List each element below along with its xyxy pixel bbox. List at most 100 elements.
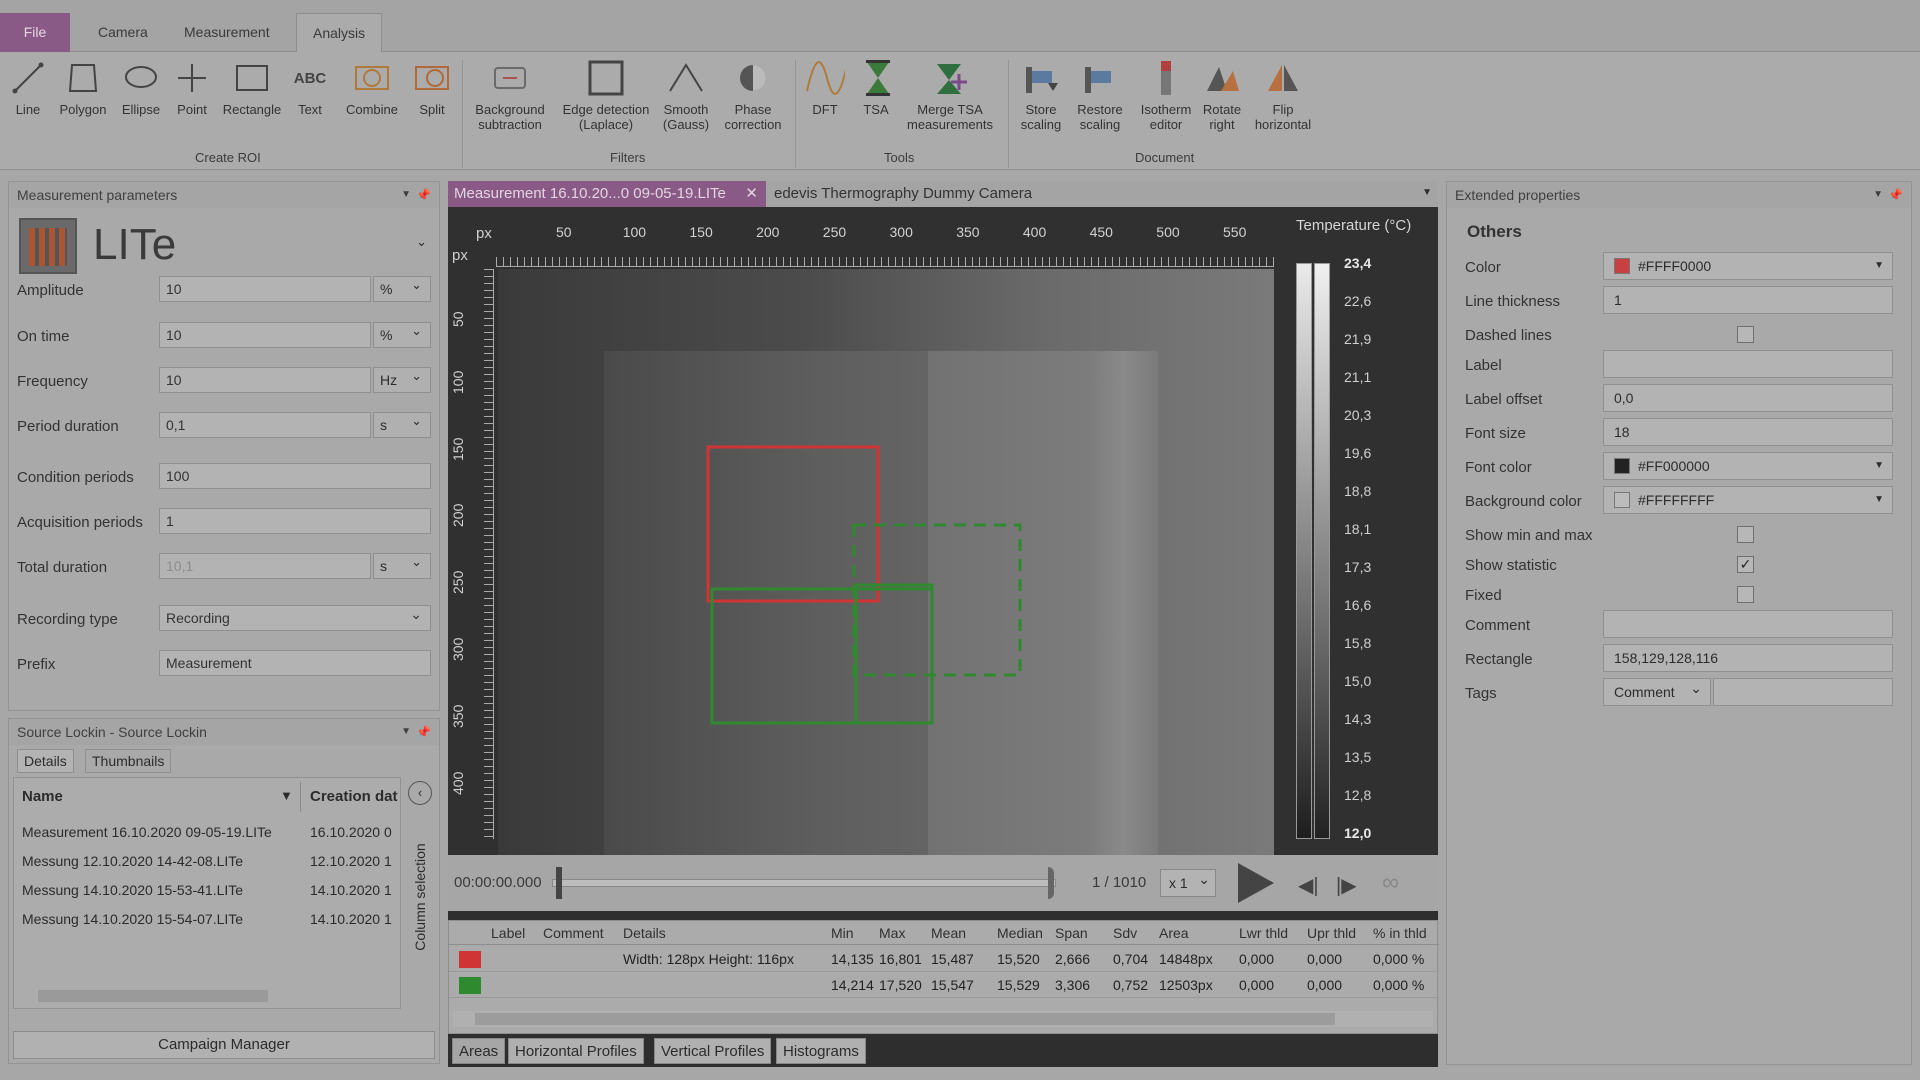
list-item[interactable]: Measurement 16.10.2020 09-05-19.LITe 16.1… — [20, 818, 415, 847]
rotate-right-button[interactable]: Rotate right — [1198, 58, 1246, 132]
polygon-button[interactable]: Polygon — [56, 58, 110, 117]
unit-select[interactable]: % — [373, 319, 431, 348]
column-header[interactable]: Lwr thld — [1239, 921, 1288, 945]
show-statistic-checkbox[interactable]: ✓ — [1737, 556, 1754, 573]
fixed-checkbox[interactable] — [1737, 586, 1754, 603]
chevron-down-icon[interactable]: ▼ — [1422, 187, 1432, 198]
roi-rectangle-green-inner[interactable] — [854, 583, 934, 725]
dft-button[interactable]: DFT — [800, 58, 850, 117]
flip-horizontal-button[interactable]: Flip horizontal — [1250, 58, 1316, 132]
param-input[interactable]: 0,1 — [159, 412, 371, 438]
column-header-name[interactable]: Name — [22, 788, 63, 805]
label-input[interactable] — [1603, 350, 1893, 378]
ellipse-button[interactable]: Ellipse — [118, 58, 164, 117]
chevron-down-icon[interactable]: ▼ — [401, 719, 411, 745]
pin-icon[interactable]: 📌 — [1888, 182, 1903, 208]
tab-areas[interactable]: Areas — [452, 1038, 506, 1064]
column-header[interactable]: Min — [831, 921, 854, 945]
column-header[interactable]: Sdv — [1113, 921, 1137, 945]
line-button[interactable]: Line — [8, 58, 48, 117]
tags-input[interactable] — [1713, 678, 1893, 706]
tab-horizontal-profiles[interactable]: Horizontal Profiles — [508, 1038, 644, 1064]
temperature-colorbar[interactable] — [1296, 263, 1312, 839]
play-icon[interactable] — [1238, 863, 1274, 903]
list-item[interactable]: Messung 12.10.2020 14-42-08.LITe 12.10.20… — [20, 847, 415, 876]
show-min-max-checkbox[interactable] — [1737, 526, 1754, 543]
tab-measurement[interactable]: Measurement — [168, 13, 286, 52]
background-color-select[interactable]: #FFFFFFFF ▼ — [1603, 486, 1893, 514]
param-input[interactable]: 10 — [159, 367, 371, 393]
unit-select[interactable]: s — [373, 409, 431, 438]
edge-detection-button[interactable]: Edge detection (Laplace) — [556, 58, 656, 132]
unit-select[interactable]: % — [373, 273, 431, 302]
smooth-gauss-button[interactable]: Smooth (Gauss) — [658, 58, 714, 132]
combine-button[interactable]: Combine — [340, 58, 404, 117]
pin-icon[interactable]: 📌 — [416, 719, 431, 745]
background-subtraction-button[interactable]: Background subtraction — [470, 58, 550, 132]
table-row[interactable]: 14,214 17,520 15,547 15,529 3,306 0,752 12503p… — [449, 973, 1439, 998]
column-header[interactable]: Span — [1055, 921, 1088, 945]
column-header[interactable]: Median — [997, 921, 1043, 945]
store-scaling-button[interactable]: Store scaling — [1014, 58, 1068, 132]
roi-rectangle-green[interactable] — [710, 587, 934, 725]
timeline-end-handle[interactable] — [1048, 867, 1054, 899]
isotherm-editor-button[interactable]: Isotherm editor — [1134, 58, 1198, 132]
tab-analysis[interactable]: Analysis — [296, 13, 383, 52]
phase-correction-button[interactable]: Phase correction — [718, 58, 788, 132]
list-item[interactable]: Messung 14.10.2020 15-53-41.LITe 14.10.20… — [20, 876, 415, 905]
unit-select[interactable]: Hz — [373, 364, 431, 393]
pin-icon[interactable]: 📌 — [416, 182, 431, 208]
split-button[interactable]: Split — [410, 58, 454, 117]
roi-overlay[interactable] — [498, 269, 1274, 855]
column-header[interactable]: Mean — [931, 921, 966, 945]
column-header[interactable]: Label — [491, 921, 525, 945]
dashed-lines-checkbox[interactable] — [1737, 326, 1754, 343]
image-viewport[interactable]: px px 50 100 150 200 250 300 350 400 450 500 550 5… — [448, 207, 1438, 855]
column-header[interactable]: Upr thld — [1307, 921, 1356, 945]
label-offset-input[interactable]: 0,0 — [1603, 384, 1893, 412]
rectangle-input[interactable]: 158,129,128,116 — [1603, 644, 1893, 672]
tsa-button[interactable]: TSA — [858, 58, 894, 117]
tab-thumbnails[interactable]: Thumbnails — [85, 749, 172, 773]
column-header[interactable]: % in thld — [1373, 921, 1427, 945]
filter-icon[interactable]: ▼ — [280, 788, 293, 803]
step-back-icon[interactable]: ◀| — [1298, 873, 1319, 898]
column-header[interactable]: Details — [623, 921, 666, 945]
column-header-date[interactable]: Creation dat — [310, 788, 400, 805]
column-selection-strip[interactable]: ‹ Column selection — [405, 779, 435, 1009]
scrollbar-thumb[interactable] — [475, 1013, 1335, 1025]
tab-details[interactable]: Details — [17, 749, 74, 773]
close-icon[interactable]: ✕ — [745, 181, 758, 207]
font-size-input[interactable]: 18 — [1603, 418, 1893, 446]
loop-icon[interactable]: ∞ — [1382, 869, 1399, 897]
timeline-slider[interactable] — [552, 879, 1056, 887]
param-input[interactable]: Measurement — [159, 650, 431, 676]
temperature-colorbar-slider[interactable] — [1314, 263, 1330, 839]
tags-select[interactable]: Comment ⌄ — [1603, 678, 1711, 706]
list-item[interactable]: Messung 14.10.2020 15-54-07.LITe 14.10.20… — [20, 905, 415, 934]
chevron-down-icon[interactable]: ▼ — [401, 182, 411, 208]
horizontal-scrollbar[interactable] — [453, 1011, 1433, 1027]
tab-camera[interactable]: Camera — [82, 13, 164, 52]
device-selector[interactable]: LITe ⌄ — [15, 214, 435, 276]
chevron-left-icon[interactable]: ‹ — [408, 781, 432, 805]
tab-file[interactable]: File — [0, 13, 70, 52]
step-forward-icon[interactable]: |▶ — [1336, 873, 1357, 898]
column-header[interactable]: Comment — [543, 921, 604, 945]
param-input[interactable]: 10 — [159, 322, 371, 348]
chevron-down-icon[interactable]: ▼ — [1873, 182, 1883, 208]
column-header[interactable]: Max — [879, 921, 905, 945]
timeline-start-handle[interactable] — [556, 867, 562, 899]
text-button[interactable]: ABC Text — [290, 58, 330, 118]
table-row[interactable]: Width: 128px Height: 116px 14,135 16,801 15… — [449, 947, 1439, 972]
font-color-select[interactable]: #FF000000 ▼ — [1603, 452, 1893, 480]
campaign-manager-button[interactable]: Campaign Manager — [13, 1031, 435, 1059]
unit-select[interactable]: s — [373, 550, 431, 579]
comment-input[interactable] — [1603, 610, 1893, 638]
point-button[interactable]: Point — [172, 58, 212, 117]
color-select[interactable]: #FFFF0000 ▼ — [1603, 252, 1893, 280]
horizontal-scrollbar[interactable] — [18, 988, 398, 1004]
param-input[interactable]: 1 — [159, 508, 431, 534]
tab-histograms[interactable]: Histograms — [776, 1038, 866, 1064]
tab-camera[interactable]: edevis Thermography Dummy Camera — [768, 181, 1038, 207]
